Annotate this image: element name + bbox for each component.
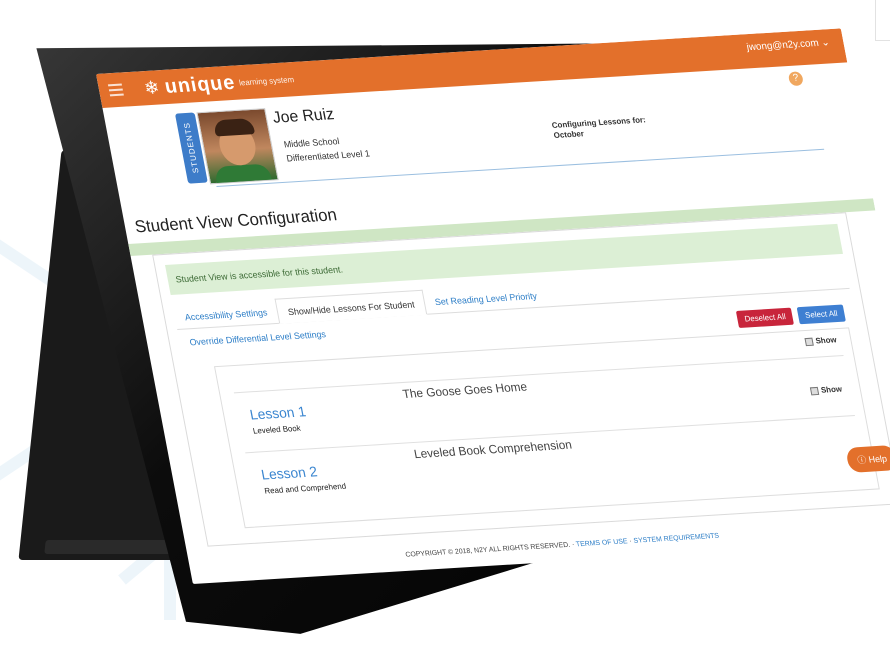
show-label: Show <box>814 335 838 346</box>
tablet-screen: ❄ unique learning system jwong@n2y.com ⌄… <box>96 28 890 584</box>
lesson-title: The Goose Goes Home <box>401 379 529 402</box>
logo-text: unique <box>162 71 238 98</box>
user-email: jwong@n2y.com <box>745 37 820 54</box>
lesson-show-checkbox[interactable]: Show <box>809 384 843 396</box>
student-school: Middle School <box>282 136 341 150</box>
show-label: Show <box>820 384 843 395</box>
help-button[interactable]: ⓘ Help <box>845 444 890 473</box>
lessons-list: Show Lesson 1 Leveled Book The Goose Goe… <box>213 327 880 529</box>
terms-of-use-link[interactable]: TERMS OF USE <box>575 538 628 548</box>
copyright-text: COPYRIGHT © 2018, N2Y ALL RIGHTS RESERVE… <box>404 541 577 559</box>
chevron-down-icon: ⌄ <box>820 37 831 49</box>
show-checkbox-header[interactable]: Show <box>804 335 838 347</box>
student-photo <box>196 108 279 185</box>
lesson-number[interactable]: Lesson 2 <box>260 463 319 482</box>
menu-icon[interactable] <box>107 83 124 97</box>
app-logo[interactable]: ❄ unique learning system <box>142 68 296 100</box>
config-month: October <box>552 129 585 140</box>
system-requirements-link[interactable]: SYSTEM REQUIREMENTS <box>633 533 720 545</box>
lesson-number[interactable]: Lesson 1 <box>248 403 307 422</box>
logo-subtext: learning system <box>238 74 295 87</box>
page-corner-frame <box>875 0 890 41</box>
lesson-type: Read and Comprehend <box>263 481 347 496</box>
lesson-title: Leveled Book Comprehension <box>412 437 573 462</box>
student-level: Differentiated Level 1 <box>285 148 371 164</box>
checkbox-icon[interactable] <box>809 386 819 396</box>
checkbox-icon[interactable] <box>804 337 814 347</box>
config-panel: Student View is accessible for this stud… <box>152 212 890 547</box>
lesson-type: Leveled Book <box>252 423 302 436</box>
snowflake-logo-icon: ❄ <box>142 76 161 98</box>
tablet-stand-foot <box>44 540 186 554</box>
student-name: Joe Ruiz <box>271 106 336 127</box>
user-menu[interactable]: jwong@n2y.com ⌄ <box>746 37 831 53</box>
select-all-button[interactable]: Select All <box>796 304 846 325</box>
tab-show-hide-lessons[interactable]: Show/Hide Lessons For Student <box>274 289 428 324</box>
deselect-all-button[interactable]: Deselect All <box>736 307 795 328</box>
help-circle-icon: ⓘ <box>856 454 868 466</box>
config-label: Configuring Lessons for: <box>551 115 647 130</box>
tab-reading-level-priority[interactable]: Set Reading Level Priority <box>423 282 549 313</box>
help-label: Help <box>867 453 888 465</box>
tab-accessibility-settings[interactable]: Accessibility Settings <box>173 299 280 329</box>
